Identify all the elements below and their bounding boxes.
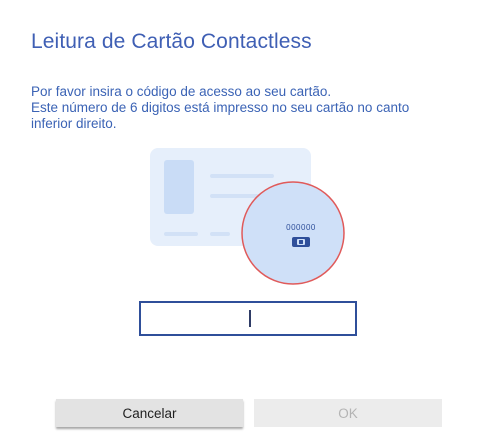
card-illustration: 000000 xyxy=(150,148,345,285)
description-line: Por favor insira o código de acesso ao s… xyxy=(31,84,332,99)
dialog-description: Por favor insira o código de acesso ao s… xyxy=(31,84,471,132)
card-text-line xyxy=(210,174,274,178)
text-caret xyxy=(249,310,251,327)
card-code-text: 000000 xyxy=(286,223,316,232)
description-line: inferior direito. xyxy=(31,116,117,131)
card-text-line xyxy=(210,232,230,236)
card-text-line xyxy=(164,232,198,236)
chip-icon xyxy=(292,237,310,247)
cancel-button[interactable]: Cancelar xyxy=(56,399,243,427)
description-line: Este número de 6 digitos está impresso n… xyxy=(31,100,410,115)
contactless-dialog: Leitura de Cartão Contactless Por favor … xyxy=(0,0,499,444)
dialog-title: Leitura de Cartão Contactless xyxy=(31,30,312,53)
access-code-input[interactable] xyxy=(139,301,357,336)
ok-button[interactable]: OK xyxy=(254,399,442,427)
card-photo-placeholder xyxy=(164,160,194,214)
highlight-circle xyxy=(241,181,345,285)
